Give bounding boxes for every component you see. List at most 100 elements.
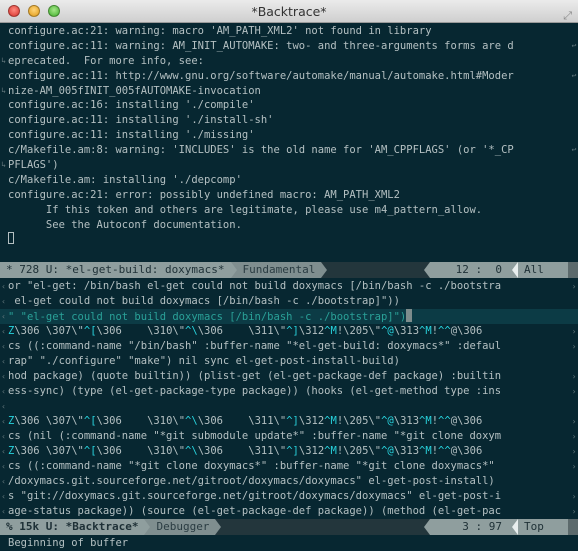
truncation-left-arrow-icon: ‹ — [1, 372, 6, 381]
mode-line-fill — [221, 519, 424, 535]
buffer-name[interactable]: % 15k U: *Backtrace* — [0, 519, 145, 535]
text-segment: @\306 — [450, 445, 483, 457]
control-char: ^] — [286, 445, 299, 457]
text-line: ‹ " "el-get could not build doxymacs [/bi… — [0, 309, 578, 324]
scroll-position: All — [518, 262, 568, 278]
text-segment: configure.ac:11: installing './missing' — [8, 129, 255, 142]
text-segment: \306 \307\" — [14, 325, 84, 337]
control-char: ^[ — [83, 445, 97, 457]
control-char: ^\ — [185, 325, 198, 337]
truncation-right-arrow-icon: › — [570, 489, 578, 504]
truncation-right-arrow-icon: › — [570, 459, 578, 474]
text-line: ‹ el-get could not build doxymacs [/bin/… — [0, 294, 578, 309]
wrap-continuation-icon: ↳ — [1, 160, 6, 170]
text-segment: configure.ac:21: error: possibly undefin… — [8, 188, 400, 201]
zoom-window-button[interactable] — [48, 5, 60, 17]
truncation-left-arrow-icon: ‹ — [1, 477, 6, 486]
text-segment: " "el-get could not build doxymacs [/bin… — [8, 311, 407, 323]
control-char: ^\ — [185, 445, 198, 457]
text-segment: \313 — [393, 415, 420, 427]
text-segment: !\205\" — [336, 325, 382, 337]
text-segment: \306 \311\" — [197, 445, 287, 457]
echo-area: Beginning of buffer — [0, 535, 578, 551]
truncation-left-arrow-icon: ‹ — [1, 357, 6, 366]
truncation-left-arrow-icon: ‹ — [1, 327, 6, 336]
text-segment: age-status package)) (source (el-get-pac… — [8, 505, 502, 517]
text-segment: cs (nil (:command-name "*git submodule u… — [8, 430, 502, 442]
buffer-name[interactable]: * 728 U: *el-get-build: doxymacs* — [0, 262, 231, 278]
control-char: ^] — [286, 415, 299, 427]
text-segment: configure.ac:21: warning: macro 'AM_PATH… — [8, 25, 432, 37]
top-window-el-get-build-buffer[interactable]: configure.ac:21: warning: macro 'AM_PATH… — [0, 24, 578, 262]
truncation-left-arrow-icon: ‹ — [1, 282, 6, 291]
truncation-right-arrow-icon: › — [570, 429, 578, 444]
control-char: ^@ — [381, 325, 394, 337]
truncation-right-arrow-icon: › — [570, 384, 578, 399]
text-line: See the Autoconf documentation. — [0, 218, 578, 233]
major-mode[interactable]: Debugger — [150, 519, 216, 535]
truncation-left-arrow-icon: ‹ — [1, 312, 6, 321]
text-line: configure.ac:11: installing './install-s… — [0, 113, 578, 128]
control-char: ^[ — [83, 415, 97, 427]
cursor-position: 12 : 0 — [430, 262, 512, 278]
control-char: ^M — [324, 445, 337, 457]
window-title: *Backtrace* — [251, 4, 327, 19]
truncation-left-arrow-icon: ‹ — [1, 387, 6, 396]
text-line — [0, 232, 578, 247]
text-line: ‹ — [0, 399, 578, 414]
scroll-position: Top — [518, 519, 568, 535]
text-line: configure.ac:21: error: possibly undefin… — [0, 188, 578, 203]
text-line: c/Makefile.am: installing './depcomp' — [0, 173, 578, 188]
text-segment: nize-AM_005fINIT_005fAUTOMAKE-invocation — [8, 84, 261, 97]
text-segment: \306 \311\" — [197, 325, 287, 337]
text-segment: /doxymacs.git.sourceforge.net/gitroot/do… — [8, 475, 495, 487]
text-segment: !\205\" — [336, 445, 382, 457]
text-line: ‹ Z\306 \307\"^[\306 \310\"^\\306 \311\"^… — [0, 444, 578, 459]
text-segment: el-get could not build doxymacs [/bin/ba… — [8, 295, 400, 307]
text-segment: @\306 — [450, 415, 483, 427]
cursor — [8, 232, 14, 245]
bottom-window-backtrace-buffer[interactable]: ‹ or "el-get: /bin/bash el-get could not … — [0, 279, 578, 519]
bottom-mode-line: % 15k U: *Backtrace* Debugger 3 : 97 Top — [0, 519, 578, 535]
text-segment: If this token and others are legitimate,… — [8, 203, 483, 216]
wrap-continuation-icon: ↳ — [1, 55, 6, 65]
text-line: c/Makefile.am:8: warning: 'INCLUDES' is … — [0, 143, 578, 159]
control-char: ^@ — [381, 415, 394, 427]
text-segment: PFLAGS') — [8, 159, 59, 172]
text-line: configure.ac:11: warning: AM_INIT_AUTOMA… — [0, 38, 578, 54]
major-mode[interactable]: Fundamental — [236, 262, 322, 278]
truncation-right-arrow-icon: › — [570, 444, 578, 459]
text-line: ‹ age-status package)) (source (el-get-pa… — [0, 504, 578, 519]
wrap-continuation-icon: ↳ — [1, 85, 6, 95]
wrap-arrow-icon: ↩ — [570, 143, 578, 159]
text-segment: cs ((:command-name "/bin/bash" :buffer-n… — [8, 340, 502, 352]
text-line: ‹ cs ((:command-name "*git clone doxymacs… — [0, 459, 578, 474]
text-line: ‹ hod package) (quote builtin)) (plist-ge… — [0, 369, 578, 384]
control-char: ^] — [286, 325, 299, 337]
text-segment: configure.ac:11: warning: AM_INIT_AUTOMA… — [8, 39, 514, 52]
text-segment: @\306 — [450, 325, 483, 337]
truncation-right-arrow-icon: › — [570, 324, 578, 339]
text-line: configure.ac:11: http://www.gnu.org/soft… — [0, 68, 578, 84]
control-char: ^M — [419, 325, 432, 337]
control-char: ^[ — [83, 325, 97, 337]
minimize-window-button[interactable] — [28, 5, 40, 17]
truncation-left-arrow-icon: ‹ — [1, 297, 6, 306]
text-segment: !\205\" — [336, 415, 382, 427]
control-char: ^^ — [438, 415, 451, 427]
text-segment: \306 \310\" — [96, 415, 186, 427]
text-line: If this token and others are legitimate,… — [0, 203, 578, 218]
text-segment: c/Makefile.am:8: warning: 'INCLUDES' is … — [8, 144, 514, 157]
mode-line-fill — [327, 262, 424, 278]
mode-line-end — [568, 262, 578, 278]
text-segment: c/Makefile.am: installing './depcomp' — [8, 173, 242, 186]
text-segment: s "git://doxymacs.git.sourceforge.net/gi… — [8, 490, 502, 502]
text-segment: configure.ac:11: installing './install-s… — [8, 114, 274, 127]
close-window-button[interactable] — [8, 5, 20, 17]
cursor — [406, 309, 413, 322]
text-segment: \306 \310\" — [96, 445, 186, 457]
control-char: ^M — [324, 325, 337, 337]
text-segment: \306 \310\" — [96, 325, 186, 337]
text-segment: \312 — [298, 325, 325, 337]
title-bar: *Backtrace* ⤢ — [0, 0, 578, 23]
